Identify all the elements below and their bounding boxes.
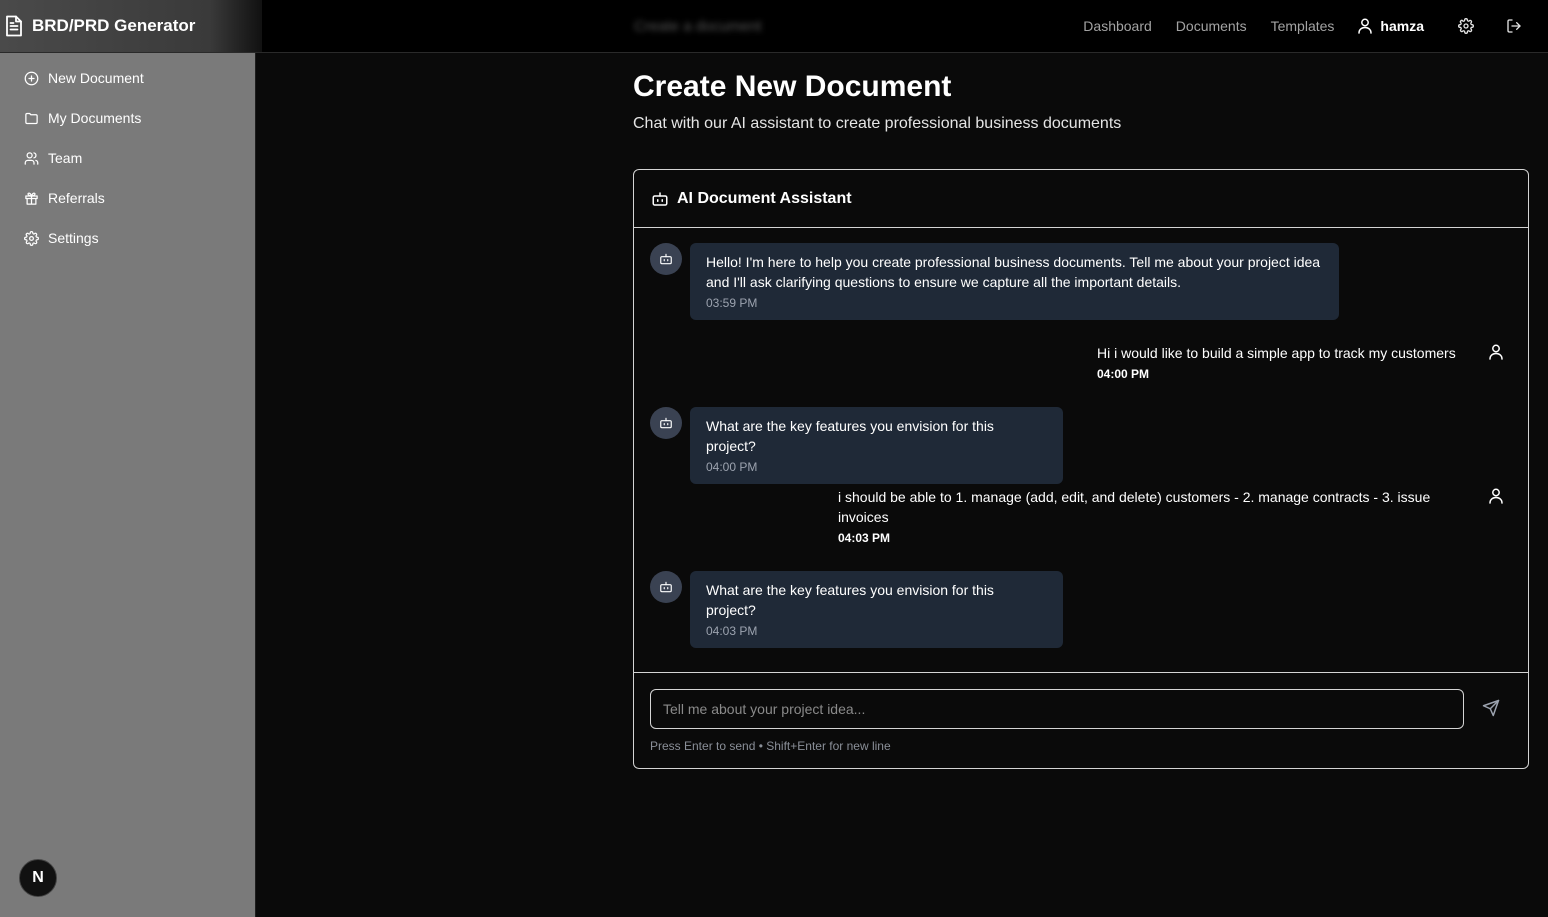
chat-input[interactable] [650,689,1464,729]
brand[interactable]: BRD/PRD Generator [0,0,262,52]
assistant-card-header: AI Document Assistant [634,170,1528,228]
message-text: and I'll ask clarifying questions to ens… [706,274,1182,290]
bot-message: What are the key features you envision f… [690,407,1063,484]
folder-icon [25,112,38,124]
bot-icon [660,253,672,265]
assistant-title: AI Document Assistant [677,189,852,207]
sidebar-item-my-documents[interactable]: My Documents [24,108,141,128]
sidebar-item-referrals[interactable]: Referrals [24,188,105,208]
gift-icon [25,192,38,205]
page-title: Create New Document [633,70,952,103]
message-time: 04:03 PM [706,624,758,638]
user-message: Hi i would like to build a simple app to… [1097,343,1456,382]
send-icon [1482,699,1500,717]
logout-icon [1507,19,1521,33]
bot-avatar [650,407,682,439]
nav-templates[interactable]: Templates [1271,18,1335,34]
message-text: Hello! I'm here to help you create profe… [706,254,1321,270]
bot-icon [652,191,668,206]
bot-icon [660,581,672,593]
message-time: 04:03 PM [838,531,891,545]
message-text: What are the key features you envision f… [706,582,994,618]
user-name: hamza [1380,18,1424,34]
bot-message: What are the key features you envision f… [690,571,1063,648]
send-button[interactable] [1482,699,1502,719]
sidebar-item-label: Team [48,150,83,166]
gear-icon [1458,18,1474,34]
plus-circle-icon [24,71,39,85]
top-header: BRD/PRD Generator Create a document Dash… [0,0,1548,53]
message-time: 03:59 PM [706,296,758,310]
user-menu[interactable]: hamza [1358,18,1424,34]
settings-button[interactable] [1456,16,1476,36]
nav-dashboard[interactable]: Dashboard [1083,18,1152,34]
user-icon [1489,344,1503,360]
message-text: Hi i would like to build a simple app to… [1097,345,1456,361]
sidebar-item-team[interactable]: Team [24,148,82,168]
sidebar-item-label: Settings [48,230,99,246]
message-text: i should be able to 1. manage (add, edit… [838,489,1431,505]
input-hint: Press Enter to send • Shift+Enter for ne… [650,739,891,753]
user-message: i should be able to 1. manage (add, edit… [838,487,1430,546]
message-text: What are the key features you envision f… [706,418,994,454]
top-nav: Dashboard Documents Templates hamza [1083,0,1548,52]
nav-documents[interactable]: Documents [1176,18,1247,34]
document-icon [4,15,24,37]
sidebar-item-label: New Document [48,70,144,86]
dev-badge[interactable]: N [19,859,57,897]
chat-composer: Press Enter to send • Shift+Enter for ne… [634,672,1528,768]
user-icon [1489,488,1503,504]
sidebar-item-new-document[interactable]: New Document [24,68,144,88]
users-icon [24,151,39,165]
bot-icon [660,417,672,429]
brand-title: BRD/PRD Generator [32,16,196,35]
blurred-header-title: Create a document [634,18,762,35]
page-subtitle: Chat with our AI assistant to create pro… [633,115,1122,132]
sidebar-item-settings[interactable]: Settings [24,228,99,248]
message-time: 04:00 PM [1097,367,1150,381]
user-icon [1358,18,1373,34]
sidebar-item-label: Referrals [48,190,105,206]
logout-button[interactable] [1504,16,1524,36]
message-time: 04:00 PM [706,460,758,474]
sidebar-item-label: My Documents [48,110,142,126]
bot-message: Hello! I'm here to help you create profe… [690,243,1339,320]
message-text: invoices [838,509,889,525]
assistant-card: AI Document Assistant Hello! I'm here to… [633,169,1529,769]
bot-avatar [650,571,682,603]
gear-icon [24,230,39,246]
bot-avatar [650,243,682,275]
sidebar: New Document My Documents Team Referrals… [0,53,256,917]
